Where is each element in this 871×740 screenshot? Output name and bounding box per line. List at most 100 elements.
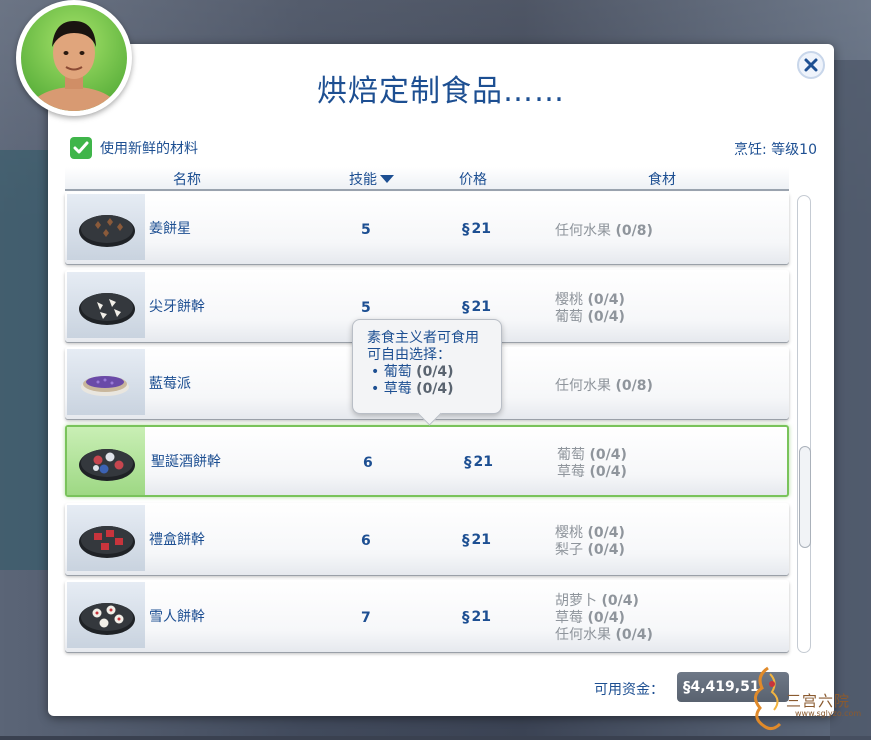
recipe-skill: 5	[361, 222, 371, 238]
fresh-checkbox[interactable]	[70, 137, 92, 159]
cooking-skill-level: 烹饪: 等级10	[734, 142, 817, 158]
recipe-tooltip: 素食主义者可食用 可自由选择： • 葡萄 (0/4) • 草莓 (0/4)	[352, 319, 502, 426]
simoleon-icon: §	[462, 608, 470, 626]
recipe-name: 禮盒餅幹	[149, 532, 205, 548]
ingredient-line: 梨子 (0/4)	[555, 542, 625, 559]
ingredient-qty: (0/4)	[587, 292, 625, 308]
recipe-ingredients: 樱桃 (0/4) 梨子 (0/4)	[555, 525, 625, 559]
recipe-thumbnail	[67, 505, 145, 571]
tooltip-option-item: • 葡萄	[371, 364, 412, 380]
dialog-title: 烘焙定制食品……	[317, 74, 565, 109]
sim-portrait-icon	[28, 21, 120, 111]
sim-avatar	[16, 0, 132, 116]
ingredient-qty: (0/4)	[601, 593, 639, 609]
recipe-skill: 5	[361, 300, 371, 316]
tooltip-option-qty: (0/4)	[416, 364, 454, 380]
funds-label: 可用资金：	[594, 682, 664, 698]
ingredient-line: 任何水果 (0/8)	[555, 223, 653, 240]
header-price[interactable]: 价格	[459, 169, 487, 189]
tooltip-option-qty: (0/4)	[416, 381, 454, 397]
checkmark-icon	[73, 141, 89, 154]
ingredient-item: 任何水果	[555, 223, 611, 239]
snowman-cookie-icon	[79, 603, 135, 635]
ingredient-qty: (0/8)	[615, 223, 653, 239]
recipe-price: § 21	[462, 298, 491, 316]
ingredient-item: 任何水果	[555, 627, 611, 643]
ingredient-line: 樱桃 (0/4)	[555, 292, 625, 309]
recipe-price: § 21	[462, 220, 491, 238]
recipe-row-christmas-wine-cookie[interactable]: 聖誕酒餅幹 6 § 21 葡萄 (0/4) 草莓 (0/4)	[65, 425, 789, 497]
recipe-name: 聖誕酒餅幹	[151, 454, 221, 470]
list-scrollbar[interactable]	[797, 195, 811, 653]
watermark-url: www.sglyzo.com	[795, 709, 862, 718]
fresh-ingredients-toggle[interactable]: 使用新鲜的材料	[70, 137, 198, 159]
header-skill[interactable]: 技能	[349, 169, 394, 189]
recipe-skill: 6	[361, 533, 371, 549]
blueberry-pie-icon	[81, 376, 129, 396]
ingredient-qty: (0/4)	[587, 610, 625, 626]
recipe-row-snowman-cookie[interactable]: 雪人餅幹 7 § 21 胡萝卜 (0/4) 草莓 (0/4) 任何水果 (0/4…	[65, 580, 789, 652]
tooltip-line-choice: 可自由选择：	[367, 347, 451, 363]
ingredient-item: 草莓	[555, 610, 583, 626]
fang-cookie-icon	[79, 293, 135, 325]
recipe-thumbnail	[67, 272, 145, 338]
recipe-thumbnail	[67, 349, 145, 415]
tooltip-option-item: • 草莓	[371, 381, 412, 397]
recipe-price-value: 21	[471, 299, 491, 315]
tooltip-option: • 葡萄 (0/4)	[367, 364, 501, 381]
ingredient-line: 胡萝卜 (0/4)	[555, 593, 653, 610]
tooltip-line-vegetarian: 素食主义者可食用	[367, 330, 479, 346]
recipe-row-gift-box-cookie[interactable]: 禮盒餅幹 6 § 21 樱桃 (0/4) 梨子 (0/4)	[65, 503, 789, 575]
ingredient-item: 葡萄	[555, 309, 583, 325]
ingredient-qty: (0/4)	[615, 627, 653, 643]
simoleon-icon: §	[464, 453, 472, 471]
ingredient-qty: (0/8)	[615, 378, 653, 394]
ingredient-line: 葡萄 (0/4)	[555, 309, 625, 326]
table-header: 名称 技能 价格 食材	[65, 167, 789, 191]
recipe-price: § 21	[462, 608, 491, 626]
gingerbread-star-icon	[79, 215, 135, 247]
header-name[interactable]: 名称	[173, 169, 201, 189]
recipe-ingredients: 葡萄 (0/4) 草莓 (0/4)	[557, 447, 627, 481]
recipe-name: 尖牙餅幹	[149, 299, 205, 315]
simoleon-icon: §	[462, 531, 470, 549]
recipe-name: 姜餅星	[149, 221, 191, 237]
tooltip-option: • 草莓 (0/4)	[367, 381, 501, 398]
ingredient-qty: (0/4)	[587, 309, 625, 325]
recipe-ingredients: 任何水果 (0/8)	[555, 223, 653, 240]
recipe-name: 雪人餅幹	[149, 609, 205, 625]
ingredient-line: 樱桃 (0/4)	[555, 525, 625, 542]
recipe-row-gingerbread-star[interactable]: 姜餅星 5 § 21 任何水果 (0/8)	[65, 192, 789, 264]
recipe-price-value: 21	[471, 221, 491, 237]
ingredient-qty: (0/4)	[587, 542, 625, 558]
ingredient-item: 胡萝卜	[555, 593, 597, 609]
ingredient-line: 草莓 (0/4)	[557, 464, 627, 481]
simoleon-icon: §	[683, 678, 691, 696]
close-button[interactable]	[797, 51, 825, 79]
simoleon-icon: §	[462, 220, 470, 238]
ingredient-line: 葡萄 (0/4)	[557, 447, 627, 464]
simoleon-icon: §	[462, 298, 470, 316]
recipe-name: 藍莓派	[149, 376, 191, 392]
recipe-skill: 6	[363, 455, 373, 471]
ingredient-item: 草莓	[557, 464, 585, 480]
recipe-ingredients: 樱桃 (0/4) 葡萄 (0/4)	[555, 292, 625, 326]
scrollbar-thumb[interactable]	[799, 446, 811, 548]
sort-desc-icon	[380, 174, 394, 183]
ingredient-item: 樱桃	[555, 292, 583, 308]
christmas-wine-cookie-icon	[79, 449, 135, 481]
recipe-thumbnail	[67, 194, 145, 260]
recipe-thumbnail	[67, 427, 145, 495]
ingredient-item: 任何水果	[555, 378, 611, 394]
recipe-price-value: 21	[471, 532, 491, 548]
ingredient-item: 樱桃	[555, 525, 583, 541]
ingredient-line: 任何水果 (0/8)	[555, 378, 653, 395]
ingredient-qty: (0/4)	[587, 525, 625, 541]
recipe-price-value: 21	[471, 609, 491, 625]
ingredient-item: 梨子	[555, 542, 583, 558]
background-window	[830, 60, 871, 740]
header-skill-label: 技能	[349, 172, 377, 188]
header-ingredients: 食材	[648, 172, 676, 188]
recipe-price: § 21	[464, 453, 493, 471]
ingredient-line: 草莓 (0/4)	[555, 610, 653, 627]
